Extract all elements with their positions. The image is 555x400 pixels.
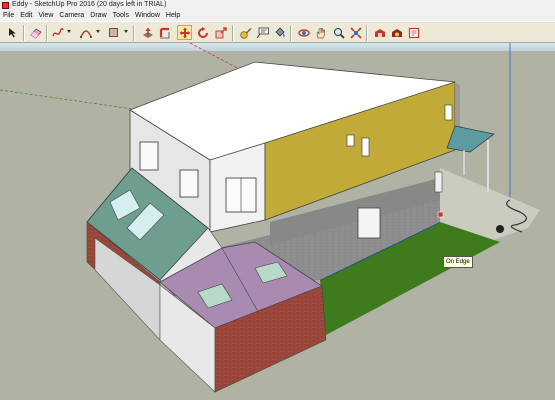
menu-window[interactable]: Window xyxy=(132,10,163,21)
menu-draw[interactable]: Draw xyxy=(87,10,109,21)
orbit-icon[interactable] xyxy=(296,25,311,40)
toolbar-separator xyxy=(290,25,292,41)
sky xyxy=(0,43,555,51)
modeling-viewport[interactable]: On Edge xyxy=(0,43,555,400)
model-scene xyxy=(0,43,555,400)
move-icon[interactable] xyxy=(177,25,192,40)
select-arrow-icon[interactable] xyxy=(5,25,20,40)
yellow-wall-window-2 xyxy=(361,137,370,157)
tape-measure-icon[interactable] xyxy=(238,25,253,40)
zoom-extents-icon[interactable] xyxy=(348,25,363,40)
extension-warehouse-icon[interactable] xyxy=(389,25,404,40)
ground-floor-side-window xyxy=(434,171,443,193)
yellow-wall-window-3 xyxy=(444,104,453,121)
upper-left-window-2 xyxy=(179,169,199,198)
scale-icon[interactable] xyxy=(213,25,228,40)
chevron-down-icon[interactable] xyxy=(67,30,71,33)
inference-tooltip: On Edge xyxy=(443,256,473,268)
menu-bar: File Edit View Camera Draw Tools Window … xyxy=(0,10,555,21)
push-pull-icon[interactable] xyxy=(140,25,155,40)
shrub xyxy=(496,225,504,233)
ground-floor-window xyxy=(357,207,381,239)
paint-bucket-icon[interactable] xyxy=(272,25,287,40)
toolbar-separator xyxy=(23,25,25,41)
menu-file[interactable]: File xyxy=(0,10,17,21)
toolbar-separator xyxy=(46,25,48,41)
menu-edit[interactable]: Edit xyxy=(17,10,35,21)
snap-point-marker xyxy=(437,211,444,218)
3d-warehouse-icon[interactable] xyxy=(372,25,387,40)
rectangle-icon[interactable] xyxy=(106,25,121,40)
upper-left-window-1 xyxy=(139,141,159,171)
title-bar: Eddy - SketchUp Pro 2016 (20 days left i… xyxy=(0,0,555,10)
eraser-icon[interactable] xyxy=(28,25,43,40)
arc-icon[interactable] xyxy=(78,25,93,40)
menu-camera[interactable]: Camera xyxy=(56,10,87,21)
toolbar-separator xyxy=(366,25,368,41)
pan-hand-icon[interactable] xyxy=(313,25,328,40)
window-title: Eddy - SketchUp Pro 2016 (20 days left i… xyxy=(12,1,167,8)
yellow-wall-window-1 xyxy=(346,134,355,147)
layout-send-icon[interactable] xyxy=(406,25,421,40)
toolbar-separator xyxy=(232,25,234,41)
menu-view[interactable]: View xyxy=(35,10,56,21)
menu-tools[interactable]: Tools xyxy=(110,10,132,21)
follow-me-icon[interactable] xyxy=(157,25,172,40)
toolbar-separator xyxy=(133,25,135,41)
chevron-down-icon[interactable] xyxy=(96,30,100,33)
menu-help[interactable]: Help xyxy=(163,10,183,21)
rotate-icon[interactable] xyxy=(195,25,210,40)
sketchup-app-icon xyxy=(2,1,9,9)
large-tool-set-toolbar xyxy=(0,21,555,43)
text-label-icon[interactable] xyxy=(255,25,270,40)
freehand-line-icon[interactable] xyxy=(50,25,65,40)
zoom-icon[interactable] xyxy=(331,25,346,40)
chevron-down-icon[interactable] xyxy=(124,30,128,33)
